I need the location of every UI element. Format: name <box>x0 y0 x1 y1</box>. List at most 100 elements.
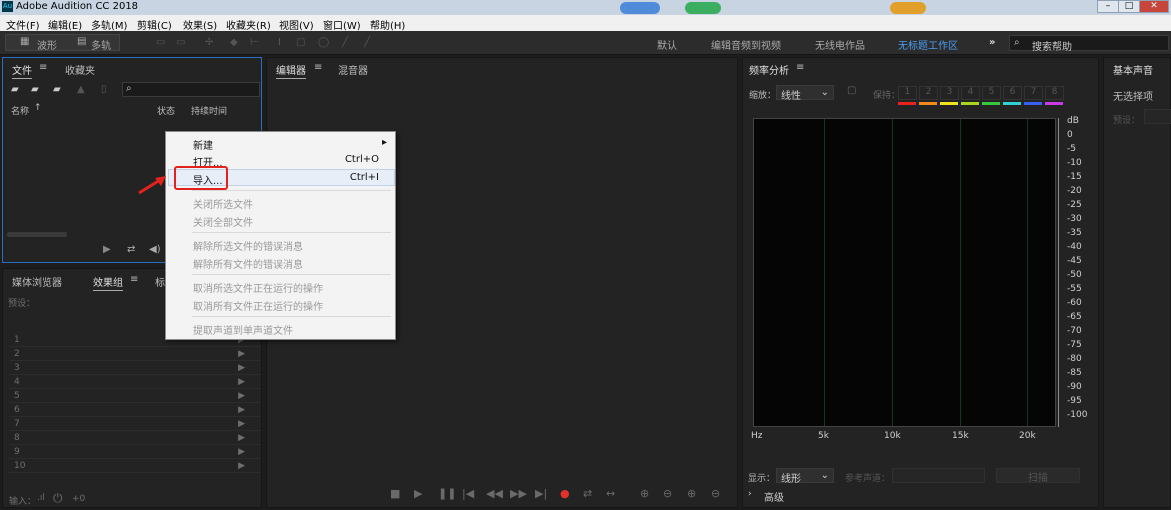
lasso-icon[interactable]: ◯ <box>318 37 329 48</box>
menu-item-cancel-selected-ops[interactable]: 取消所选文件正在运行的操作 <box>193 280 323 295</box>
search-help-input[interactable]: ⌕ 搜索帮助 <box>1009 35 1169 53</box>
menu-window[interactable]: 窗口(W) <box>323 17 361 32</box>
menu-favorites[interactable]: 收藏夹(R) <box>226 17 271 32</box>
menu-edit[interactable]: 编辑(E) <box>48 17 82 32</box>
panel-menu-icon[interactable]: ≡ <box>314 62 322 73</box>
advanced-toggle[interactable]: 高级 <box>764 489 784 504</box>
hold-button-4[interactable]: 4 <box>961 86 980 100</box>
tab-editor[interactable]: 编辑器 <box>276 62 306 79</box>
workspace-untitled[interactable]: 无标题工作区 <box>898 37 958 52</box>
effect-slot[interactable]: 2 ▶ <box>9 348 261 361</box>
slip-tool-icon[interactable]: ⊢ <box>250 37 259 48</box>
display-dropdown[interactable]: 线形 ⌄ <box>776 468 834 485</box>
effect-slot[interactable]: 3 ▶ <box>9 362 261 375</box>
tab-mixer[interactable]: 混音器 <box>338 62 368 77</box>
new-file-icon[interactable]: ▰ <box>53 84 61 95</box>
loop-icon[interactable]: ⇄ <box>127 244 135 255</box>
effect-slot[interactable]: 6 ▶ <box>9 404 261 417</box>
close-button[interactable]: ✕ <box>1139 0 1169 13</box>
go-to-end-icon[interactable]: ▶| <box>535 487 547 500</box>
zoom-out-time-icon[interactable]: ⊖ <box>711 487 720 500</box>
record-icon[interactable]: ● <box>560 487 570 500</box>
effect-slot[interactable]: 10 ▶ <box>9 460 261 473</box>
files-search-input[interactable]: ⌕ <box>122 82 260 97</box>
menu-help[interactable]: 帮助(H) <box>370 17 405 32</box>
spectral-icon[interactable]: ▭ <box>156 37 165 48</box>
fast-forward-icon[interactable]: ▶▶ <box>510 487 527 500</box>
menu-item-cancel-all-ops[interactable]: 取消所有文件正在运行的操作 <box>193 298 323 313</box>
menu-item-close-selected[interactable]: 关闭所选文件 <box>193 196 253 211</box>
hold-button-6[interactable]: 6 <box>1003 86 1022 100</box>
menu-item-extract-channels[interactable]: 提取声道到单声道文件 <box>193 322 293 337</box>
scale-dropdown[interactable]: 线性 ⌄ <box>776 85 834 102</box>
volume-icon[interactable]: ◀) <box>149 244 161 255</box>
tab-favorites[interactable]: 收藏夹 <box>65 62 95 77</box>
hold-button-5[interactable]: 5 <box>982 86 1001 100</box>
col-name[interactable]: 名称 <box>11 104 29 117</box>
power-icon[interactable]: ⏻ <box>53 491 63 506</box>
menu-effects[interactable]: 效果(S) <box>183 17 217 32</box>
panel-menu-icon[interactable]: ≡ <box>796 62 804 73</box>
marquee-icon[interactable]: ▢ <box>296 37 305 48</box>
pause-icon[interactable]: ❚❚ <box>438 487 456 500</box>
menu-item-close-all[interactable]: 关闭全部文件 <box>193 214 253 229</box>
rewind-icon[interactable]: ◀◀ <box>486 487 503 500</box>
workspace-radio-production[interactable]: 无线电作品 <box>815 37 865 52</box>
maximize-button[interactable]: □ <box>1118 0 1140 13</box>
stop-icon[interactable]: ■ <box>390 487 400 500</box>
minimize-button[interactable]: – <box>1097 0 1119 13</box>
hold-button-1[interactable]: 1 <box>898 86 917 100</box>
razor-tool-icon[interactable]: ◆ <box>230 37 238 48</box>
import-file-icon[interactable]: ▰ <box>31 84 39 95</box>
play-icon[interactable]: ▶ <box>414 487 422 500</box>
effect-slot[interactable]: 4 ▶ <box>9 376 261 389</box>
pitch-icon[interactable]: ▭ <box>176 37 185 48</box>
hold-button-2[interactable]: 2 <box>919 86 938 100</box>
heal-icon[interactable]: ╱ <box>364 37 370 48</box>
menu-file[interactable]: 文件(F) <box>6 17 40 32</box>
zoom-in-time-icon[interactable]: ⊕ <box>687 487 696 500</box>
loop-playback-icon[interactable]: ⇄ <box>583 487 592 500</box>
tab-markers[interactable]: 标 <box>155 274 165 289</box>
zoom-in-amplitude-icon[interactable]: ⊕ <box>640 487 649 500</box>
more-workspaces-icon[interactable]: » <box>989 37 995 48</box>
effect-slot[interactable]: 7 ▶ <box>9 418 261 431</box>
ref-channel-dropdown[interactable] <box>892 468 985 483</box>
zoom-out-amplitude-icon[interactable]: ⊖ <box>663 487 672 500</box>
checkbox-icon[interactable]: ▢ <box>847 85 856 96</box>
scan-button[interactable]: 扫描 <box>996 468 1080 484</box>
col-status[interactable]: 状态 <box>157 104 175 117</box>
waveform-button[interactable]: 波形 <box>37 37 57 52</box>
multitrack-button[interactable]: 多轨 <box>91 37 111 52</box>
tab-files[interactable]: 文件 <box>12 62 32 79</box>
effect-slot[interactable]: 5 ▶ <box>9 390 261 403</box>
play-icon[interactable]: ▶ <box>103 244 111 255</box>
workspace-edit-audio-to-video[interactable]: 编辑音频到视频 <box>711 37 781 52</box>
expand-arrow-icon[interactable]: › <box>748 489 752 499</box>
panel-menu-icon[interactable]: ≡ <box>130 274 138 285</box>
hold-button-3[interactable]: 3 <box>940 86 959 100</box>
menu-item-dismiss-selected-errors[interactable]: 解除所选文件的错误消息 <box>193 238 303 253</box>
go-to-start-icon[interactable]: |◀ <box>462 487 474 500</box>
hold-button-8[interactable]: 8 <box>1045 86 1064 100</box>
hold-button-7[interactable]: 7 <box>1024 86 1043 100</box>
tab-media-browser[interactable]: 媒体浏览器 <box>12 274 62 289</box>
menu-item-new[interactable]: 新建 <box>193 137 213 152</box>
col-duration[interactable]: 持续时间 <box>191 104 227 117</box>
skip-selection-icon[interactable]: ↔ <box>606 487 615 500</box>
open-file-icon[interactable]: ▰ <box>11 84 19 95</box>
menu-clip[interactable]: 剪辑(C) <box>137 17 172 32</box>
brush-icon[interactable]: ╱ <box>342 37 348 48</box>
menu-item-dismiss-all-errors[interactable]: 解除所有文件的错误消息 <box>193 256 303 271</box>
horizontal-scrollbar[interactable] <box>7 232 67 237</box>
delete-icon[interactable]: ▯ <box>101 84 107 95</box>
workspace-default[interactable]: 默认 <box>657 37 677 52</box>
preset-dropdown[interactable] <box>1144 109 1171 124</box>
move-tool-icon[interactable]: ✢ <box>205 37 213 48</box>
menu-view[interactable]: 视图(V) <box>279 17 314 32</box>
insert-icon[interactable]: ▲ <box>77 84 85 95</box>
effect-slot[interactable]: 8 ▶ <box>9 432 261 445</box>
tab-effects-rack[interactable]: 效果组 <box>93 274 123 291</box>
effect-slot[interactable]: 9 ▶ <box>9 446 261 459</box>
menu-multitrack[interactable]: 多轨(M) <box>91 17 127 32</box>
